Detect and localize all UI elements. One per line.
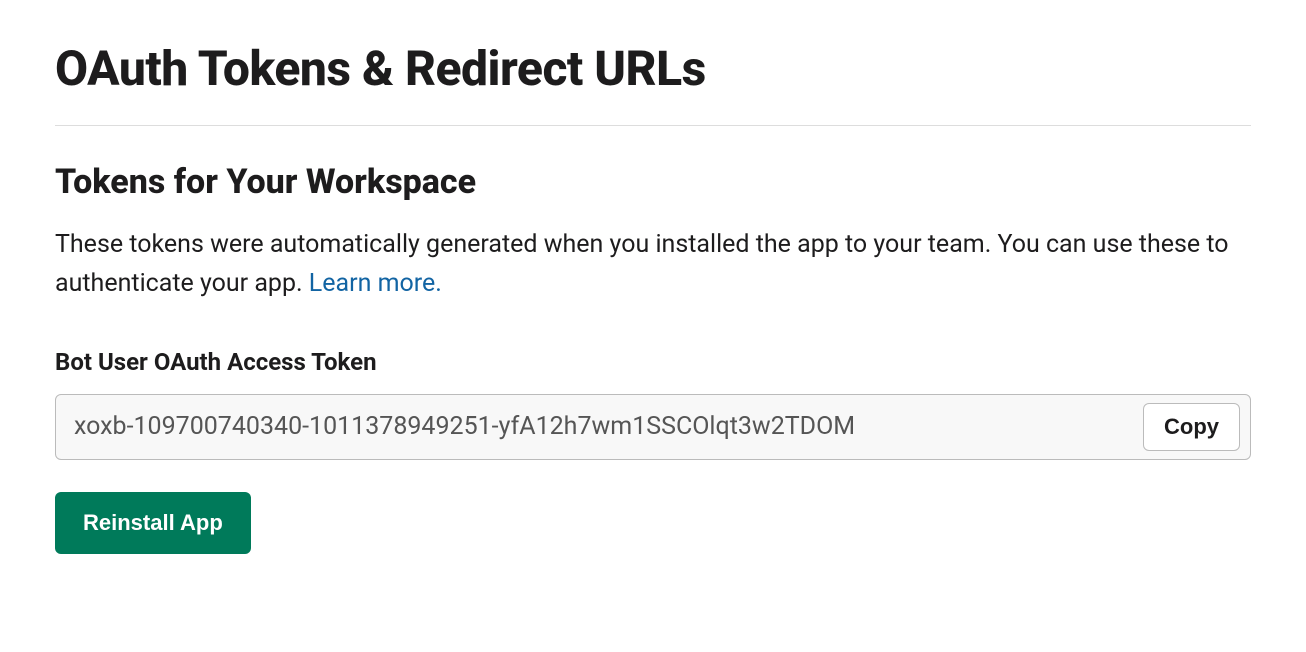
- token-field: xoxb-109700740340-1011378949251-yfA12h7w…: [55, 394, 1251, 460]
- learn-more-link[interactable]: Learn more.: [309, 269, 442, 298]
- reinstall-app-button[interactable]: Reinstall App: [55, 492, 251, 554]
- copy-button[interactable]: Copy: [1143, 403, 1240, 451]
- section-title: Tokens for Your Workspace: [55, 162, 1251, 202]
- page-title: OAuth Tokens & Redirect URLs: [55, 40, 1251, 97]
- token-field-label: Bot User OAuth Access Token: [55, 348, 1251, 376]
- divider: [55, 125, 1251, 126]
- description-text: These tokens were automatically generate…: [55, 230, 1229, 298]
- token-value[interactable]: xoxb-109700740340-1011378949251-yfA12h7w…: [74, 412, 1131, 441]
- section-description: These tokens were automatically generate…: [55, 226, 1251, 304]
